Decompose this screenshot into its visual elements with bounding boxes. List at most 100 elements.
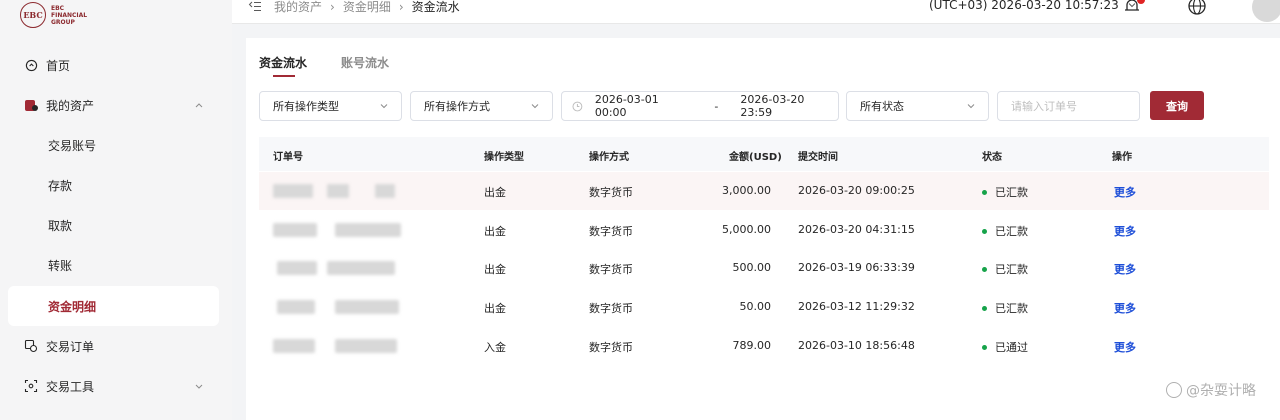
table-row[interactable]: 入金 数字货币 789.00 2026-03-10 18:56:48 已通过 更… xyxy=(259,327,1269,365)
tools-icon xyxy=(24,379,38,393)
sidebar-item-trading-account[interactable]: 交易账号 xyxy=(8,125,219,165)
col-status: 状态 xyxy=(982,152,1002,163)
more-link[interactable]: 更多 xyxy=(1114,223,1136,239)
col-order-no: 订单号 xyxy=(273,152,303,163)
cell-amount: 5,000.00 xyxy=(722,223,771,236)
language-globe-icon[interactable] xyxy=(1187,0,1207,16)
notification-badge xyxy=(1137,0,1145,4)
sidebar-item-withdraw[interactable]: 取款 xyxy=(8,205,219,245)
query-button[interactable]: 查询 xyxy=(1150,91,1204,120)
sidebar-item-trade-orders[interactable]: 交易订单 xyxy=(8,326,219,366)
status-dot xyxy=(982,266,987,272)
cell-submit-time: 2026-03-20 04:31:15 xyxy=(798,223,915,236)
chevron-down-icon xyxy=(195,384,203,389)
cell-amount: 789.00 xyxy=(732,339,772,352)
col-amount: 金额(USD) xyxy=(729,152,782,163)
cell-op-type: 出金 xyxy=(484,302,506,315)
timezone-selector[interactable]: (UTC+03) 2026-03-20 10:57:23 xyxy=(929,0,1137,12)
status-select[interactable]: 所有状态 xyxy=(846,91,989,121)
status-dot xyxy=(982,344,987,350)
table-row[interactable]: 出金 数字货币 50.00 2026-03-12 11:29:32 已汇款 更多 xyxy=(259,288,1269,326)
sidebar-item-label: 存款 xyxy=(48,178,73,193)
breadcrumb-item[interactable]: 我的资产 xyxy=(274,0,322,15)
col-action: 操作 xyxy=(1112,152,1132,163)
cell-status: 已汇款 xyxy=(982,261,1028,277)
main-content: 资金流水 账号流水 所有操作类型 所有操作方式 2026-03-01 00:00… xyxy=(246,38,1280,420)
col-op-type: 操作类型 xyxy=(484,152,524,163)
table-row[interactable]: 出金 数字货币 5,000.00 2026-03-20 04:31:15 已汇款… xyxy=(259,211,1269,249)
more-link[interactable]: 更多 xyxy=(1114,339,1136,355)
watermark-icon xyxy=(1166,382,1182,398)
table-header: 订单号 操作类型 操作方式 金额(USD) 提交时间 状态 操作 xyxy=(259,137,1269,171)
home-icon xyxy=(24,58,38,72)
cell-op-method: 数字货币 xyxy=(589,225,633,238)
table-row[interactable]: 出金 数字货币 500.00 2026-03-19 06:33:39 已汇款 更… xyxy=(259,249,1269,287)
breadcrumb: 我的资产 › 资金明细 › 资金流水 xyxy=(274,0,460,15)
sidebar-item-label: 我的资产 xyxy=(46,98,95,113)
order-no-redacted xyxy=(273,223,317,237)
sidebar-item-deposit[interactable]: 存款 xyxy=(8,165,219,205)
order-no-redacted xyxy=(277,300,315,314)
cell-status: 已汇款 xyxy=(982,184,1028,200)
tab-bar: 资金流水 账号流水 xyxy=(259,54,423,77)
sidebar-item-label: 首页 xyxy=(46,58,71,73)
col-submit-time: 提交时间 xyxy=(798,152,838,163)
order-number-input[interactable]: 请输入订单号 xyxy=(997,91,1140,121)
sidebar-item-trade-tools[interactable]: 交易工具 xyxy=(8,366,219,406)
cell-op-type: 出金 xyxy=(484,225,506,238)
more-link[interactable]: 更多 xyxy=(1114,184,1136,200)
sidebar: EBC EBC FINANCIAL GROUP 首页 我的资产 交易账号 存款 … xyxy=(0,0,232,420)
status-dot xyxy=(982,305,987,311)
cell-status: 已汇款 xyxy=(982,223,1028,239)
date-separator: - xyxy=(714,99,719,113)
breadcrumb-item[interactable]: 资金明细 xyxy=(343,0,391,15)
tab-fund-flow[interactable]: 资金流水 xyxy=(259,54,307,77)
order-no-redacted xyxy=(327,184,349,198)
cell-submit-time: 2026-03-19 06:33:39 xyxy=(798,261,915,274)
more-link[interactable]: 更多 xyxy=(1114,300,1136,316)
col-op-method: 操作方式 xyxy=(589,152,629,163)
top-header: 我的资产 › 资金明细 › 资金流水 (UTC+03) 2026-03-20 1… xyxy=(232,0,1280,24)
date-range-picker[interactable]: 2026-03-01 00:00 - 2026-03-20 23:59 xyxy=(561,91,839,121)
select-value: 所有操作类型 xyxy=(273,100,339,113)
date-end: 2026-03-20 23:59 xyxy=(740,93,805,119)
breadcrumb-separator-icon: › xyxy=(330,0,335,14)
cell-submit-time: 2026-03-20 09:00:25 xyxy=(798,184,915,197)
cell-op-method: 数字货币 xyxy=(589,302,633,315)
chevron-up-icon xyxy=(195,103,203,108)
cell-op-type: 入金 xyxy=(484,341,506,354)
breadcrumb-separator-icon: › xyxy=(398,0,404,14)
cell-amount: 50.00 xyxy=(739,300,772,313)
sidebar-item-my-assets[interactable]: 我的资产 xyxy=(8,85,219,125)
cell-op-type: 出金 xyxy=(484,186,506,199)
breadcrumb-current: 资金流水 xyxy=(411,0,460,14)
brand-logo[interactable]: EBC EBC FINANCIAL GROUP xyxy=(20,2,87,28)
order-no-redacted xyxy=(335,339,397,353)
sidebar-item-label: 交易订单 xyxy=(46,339,95,354)
user-avatar[interactable] xyxy=(1252,0,1280,22)
cell-op-method: 数字货币 xyxy=(589,186,633,199)
date-start: 2026-03-01 00:00 xyxy=(594,93,659,119)
order-no-redacted xyxy=(335,300,399,314)
wallet-icon xyxy=(24,98,38,112)
sidebar-item-fund-details[interactable]: 资金明细 xyxy=(8,286,219,326)
cell-op-method: 数字货币 xyxy=(589,263,633,276)
operation-type-select[interactable]: 所有操作类型 xyxy=(259,91,402,121)
sidebar-item-home[interactable]: 首页 xyxy=(8,45,219,85)
order-no-redacted xyxy=(375,184,395,198)
sidebar-item-transfer[interactable]: 转账 xyxy=(8,245,219,285)
order-no-redacted xyxy=(335,223,401,237)
tab-account-flow[interactable]: 账号流水 xyxy=(341,54,389,76)
more-link[interactable]: 更多 xyxy=(1114,261,1136,277)
status-dot xyxy=(982,228,987,234)
order-no-redacted xyxy=(277,261,317,275)
order-no-redacted xyxy=(327,261,395,275)
cell-status: 已汇款 xyxy=(982,300,1028,316)
table-row[interactable]: 出金 数字货币 3,000.00 2026-03-20 09:00:25 已汇款… xyxy=(259,172,1269,210)
cell-op-method: 数字货币 xyxy=(589,341,633,354)
operation-method-select[interactable]: 所有操作方式 xyxy=(410,91,553,121)
cell-status: 已通过 xyxy=(982,339,1028,355)
select-value: 所有状态 xyxy=(860,100,904,113)
collapse-menu-icon[interactable] xyxy=(248,0,262,14)
cell-op-type: 出金 xyxy=(484,263,506,276)
